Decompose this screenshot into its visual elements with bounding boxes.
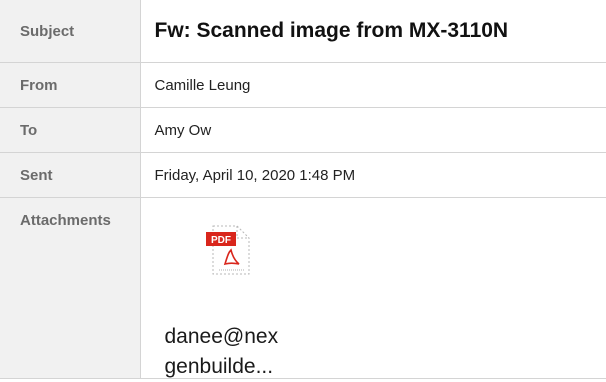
from-row: From Camille Leung — [0, 63, 606, 108]
to-value[interactable]: Amy Ow — [140, 108, 606, 153]
pdf-badge-text: PDF — [211, 235, 231, 246]
sent-value: Friday, April 10, 2020 1:48 PM — [140, 153, 606, 198]
sent-label: Sent — [0, 153, 140, 198]
from-value[interactable]: Camille Leung — [140, 63, 606, 108]
attachments-row: Attachments PDF danee@nex genbuilde... — [0, 198, 606, 379]
sent-row: Sent Friday, April 10, 2020 1:48 PM — [0, 153, 606, 198]
subject-value: Fw: Scanned image from MX-3110N — [140, 0, 606, 63]
attachments-cell: PDF danee@nex genbuilde... — [140, 198, 606, 379]
subject-label: Subject — [0, 0, 140, 63]
attachment-filename-line1: danee@nex — [165, 322, 325, 352]
pdf-file-icon[interactable]: PDF — [205, 224, 251, 276]
to-row: To Amy Ow — [0, 108, 606, 153]
subject-row: Subject Fw: Scanned image from MX-3110N — [0, 0, 606, 63]
to-label: To — [0, 108, 140, 153]
attachment-item[interactable]: PDF danee@nex genbuilde... — [155, 198, 606, 378]
attachment-filename[interactable]: danee@nex genbuilde... — [165, 322, 325, 382]
from-label: From — [0, 63, 140, 108]
email-header-table: Subject Fw: Scanned image from MX-3110N … — [0, 0, 606, 379]
attachments-label: Attachments — [0, 198, 140, 379]
attachment-filename-line2: genbuilde... — [165, 352, 325, 382]
